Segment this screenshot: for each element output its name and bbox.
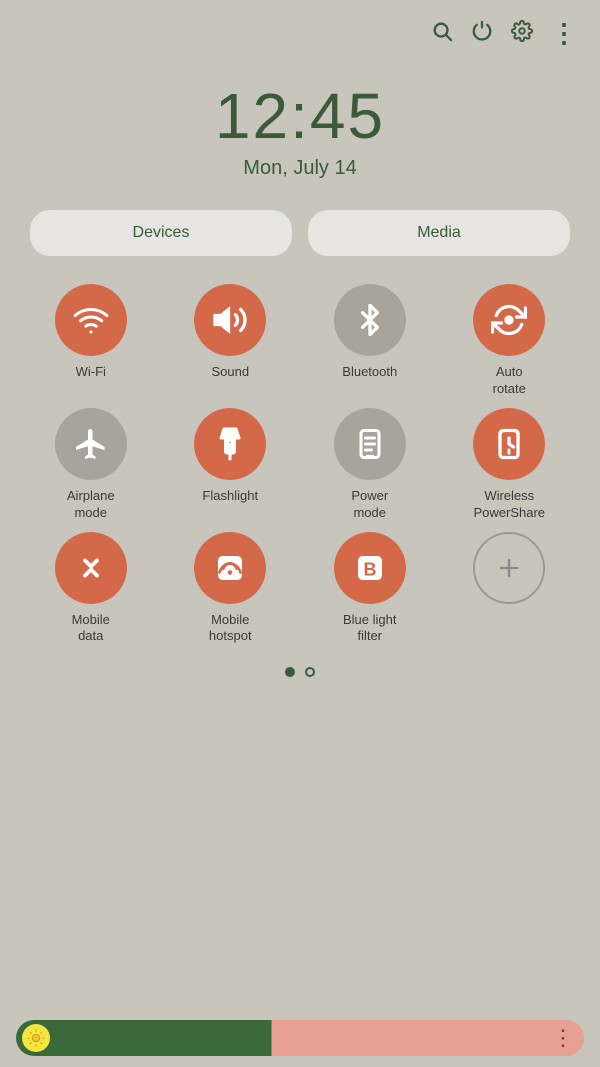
tile-powermode[interactable]: Power mode [303,408,437,522]
bluetooth-label: Bluetooth [342,364,397,381]
wifi-icon [55,284,127,356]
add-icon[interactable] [473,532,545,604]
dot-active [285,667,295,677]
device-media-row: Devices Media [0,210,600,284]
sound-label: Sound [211,364,249,381]
clock-date: Mon, July 14 [243,157,356,180]
brightness-slider[interactable]: ⋮ [16,1020,584,1056]
clock-time: 12:45 [215,79,385,153]
devices-button[interactable]: Devices [30,210,292,256]
powermode-icon [334,408,406,480]
wireless-label: Wireless PowerShare [473,488,545,522]
tile-sound[interactable]: Sound [164,284,298,398]
brightness-bar: ⋮ [0,1009,600,1067]
wireless-icon [473,408,545,480]
flashlight-label: Flashlight [202,488,258,505]
bluelight-label: Blue light filter [343,612,396,646]
power-icon[interactable] [471,20,493,48]
autorotate-label: Auto rotate [493,364,526,398]
flashlight-icon [194,408,266,480]
mobiledata-label: Mobile data [72,612,110,646]
more-icon[interactable]: ⋮ [551,18,576,49]
tile-wifi[interactable]: Wi-Fi [24,284,158,398]
wifi-label: Wi-Fi [76,364,106,381]
tile-flashlight[interactable]: Flashlight [164,408,298,522]
settings-icon[interactable] [511,20,533,48]
dot-inactive [305,667,315,677]
brightness-more-icon[interactable]: ⋮ [552,1025,574,1051]
clock-section: 12:45 Mon, July 14 [0,59,600,210]
tile-add[interactable] [443,532,577,646]
bluetooth-icon [334,284,406,356]
tiles-grid: Wi-Fi Sound Bluetooth [0,284,600,645]
tile-hotspot[interactable]: Mobile hotspot [164,532,298,646]
airplane-icon [55,408,127,480]
tile-bluetooth[interactable]: Bluetooth [303,284,437,398]
tile-airplane[interactable]: Airplane mode [24,408,158,522]
powermode-label: Power mode [351,488,388,522]
tile-bluelight[interactable]: B Blue light filter [303,532,437,646]
top-bar: ⋮ [0,0,600,59]
airplane-label: Airplane mode [67,488,115,522]
svg-text:B: B [363,559,376,579]
brightness-sun-icon [22,1024,50,1052]
bluelight-icon: B [334,532,406,604]
hotspot-icon [194,532,266,604]
tile-mobiledata[interactable]: Mobile data [24,532,158,646]
search-icon[interactable] [431,20,453,48]
sound-icon [194,284,266,356]
page-dots [0,667,600,677]
autorotate-icon [473,284,545,356]
hotspot-label: Mobile hotspot [209,612,252,646]
tile-wireless[interactable]: Wireless PowerShare [443,408,577,522]
mobiledata-icon [55,532,127,604]
tile-autorotate[interactable]: Auto rotate [443,284,577,398]
media-button[interactable]: Media [308,210,570,256]
